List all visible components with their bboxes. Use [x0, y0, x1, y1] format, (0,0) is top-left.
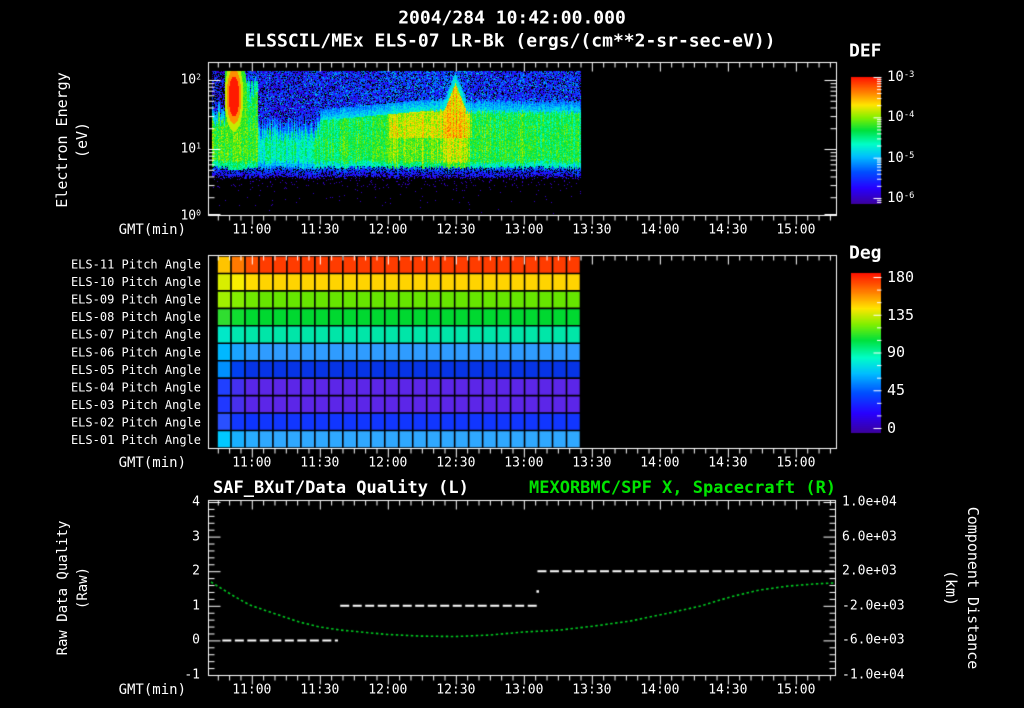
- left-ytick-label: 2: [192, 563, 200, 579]
- def-colorbar-title: DEF: [849, 40, 882, 62]
- right-ytick-label: -2.0e+03: [842, 598, 905, 614]
- time-tick-label-bottom: 15:00: [776, 682, 816, 698]
- time-tick-label-bottom: 12:30: [436, 682, 476, 698]
- time-tick-label-middle: 12:00: [368, 455, 408, 471]
- time-tick-label-bottom: 13:00: [504, 682, 544, 698]
- def-colorbar-tick-label: 10-5: [887, 150, 915, 166]
- time-tick-label-middle: 11:30: [300, 455, 340, 471]
- time-tick-label-middle: 13:00: [504, 455, 544, 471]
- energy-axis-units-label: (eV): [73, 121, 91, 159]
- instrument-title: ELSSCIL/MEx ELS-07 LR-Bk (ergs/(cm**2-sr…: [244, 30, 776, 52]
- gmt-axis-label-middle: GMT(min): [118, 455, 186, 471]
- time-tick-label-top: 14:30: [708, 222, 748, 238]
- pitch-row-label: ELS-10 Pitch Angle: [70, 275, 201, 290]
- energy-axis-label: Electron Energy: [53, 72, 71, 208]
- right-ytick-label: 6.0e+03: [842, 529, 897, 545]
- pitch-row-label: ELS-07 Pitch Angle: [70, 327, 201, 342]
- left-ytick-label: -1: [184, 667, 200, 683]
- distance-axis-label: Component Distance: [964, 506, 982, 670]
- time-tick-label-top: 14:00: [640, 222, 680, 238]
- quality-axis-units-label: (Raw): [75, 566, 91, 610]
- pitch-row-label: ELS-11 Pitch Angle: [70, 257, 201, 272]
- time-tick-label-top: 12:00: [368, 222, 408, 238]
- right-ytick-label: -6.0e+03: [842, 632, 905, 648]
- time-tick-label-middle: 12:30: [436, 455, 476, 471]
- quality-series-title: SAF_BXuT/Data Quality (L): [213, 478, 469, 498]
- time-tick-label-top: 12:30: [436, 222, 476, 238]
- plot-window: 2004/284 10:42:00.000 ELSSCIL/MEx ELS-07…: [0, 0, 1024, 708]
- pitch-row-label: ELS-09 Pitch Angle: [70, 292, 201, 307]
- deg-colorbar-tick-label: 90: [887, 343, 906, 361]
- time-tick-label-middle: 14:00: [640, 455, 680, 471]
- right-ytick-label: -1.0e+04: [842, 667, 905, 683]
- time-tick-label-top: 13:00: [504, 222, 544, 238]
- def-colorbar-tick-label: 10-3: [887, 69, 915, 85]
- pitch-row-label: ELS-01 Pitch Angle: [70, 433, 201, 447]
- spacecraft-series-title: MEXORBMC/SPF X, Spacecraft (R): [529, 478, 837, 498]
- time-tick-label-top: 15:00: [776, 222, 816, 238]
- energy-tick-label: 102: [180, 72, 201, 88]
- gmt-axis-label-top: GMT(min): [118, 222, 186, 238]
- time-tick-label-bottom: 14:30: [708, 682, 748, 698]
- observation-datetime-title: 2004/284 10:42:00.000: [398, 7, 626, 29]
- pitch-row-label: ELS-05 Pitch Angle: [70, 362, 201, 377]
- def-colorbar-tick-label: 10-6: [887, 190, 915, 206]
- pitch-row-label: ELS-04 Pitch Angle: [70, 380, 201, 395]
- left-ytick-label: 0: [192, 632, 200, 648]
- time-tick-label-top: 11:00: [232, 222, 272, 238]
- time-tick-label-top: 11:30: [300, 222, 340, 238]
- time-tick-label-bottom: 14:00: [640, 682, 680, 698]
- time-tick-label-bottom: 13:30: [572, 682, 612, 698]
- time-tick-label-middle: 15:00: [776, 455, 816, 471]
- deg-colorbar-tick-label: 180: [887, 268, 915, 286]
- left-ytick-label: 1: [192, 598, 200, 614]
- time-tick-label-bottom: 11:00: [232, 682, 272, 698]
- energy-tick-label: 101: [180, 141, 201, 157]
- time-tick-label-middle: 14:30: [708, 455, 748, 471]
- pitch-row-label: ELS-02 Pitch Angle: [70, 415, 201, 430]
- time-tick-label-bottom: 12:00: [368, 682, 408, 698]
- distance-axis-units-label: (km): [942, 569, 960, 607]
- time-tick-label-middle: 13:30: [572, 455, 612, 471]
- left-ytick-label: 4: [192, 494, 200, 510]
- time-tick-label-top: 13:30: [572, 222, 612, 238]
- pitch-row-label: ELS-06 Pitch Angle: [70, 345, 201, 360]
- quality-axis-label: Raw Data Quality: [55, 520, 71, 656]
- time-tick-label-bottom: 11:30: [300, 682, 340, 698]
- right-ytick-label: 1.0e+04: [842, 494, 897, 510]
- deg-colorbar-tick-label: 45: [887, 381, 906, 399]
- deg-colorbar-tick-label: 0: [887, 419, 897, 437]
- energy-tick-label: 100: [180, 208, 201, 224]
- pitch-row-label: ELS-03 Pitch Angle: [70, 397, 201, 412]
- gmt-axis-label-bottom: GMT(min): [118, 682, 186, 698]
- deg-colorbar-tick-label: 135: [887, 306, 915, 324]
- time-tick-label-middle: 11:00: [232, 455, 272, 471]
- right-ytick-label: 2.0e+03: [842, 563, 897, 579]
- deg-colorbar-title: Deg: [849, 242, 882, 264]
- left-ytick-label: 3: [192, 529, 200, 545]
- def-colorbar-tick-label: 10-4: [887, 109, 915, 125]
- pitch-row-label: ELS-08 Pitch Angle: [70, 310, 201, 325]
